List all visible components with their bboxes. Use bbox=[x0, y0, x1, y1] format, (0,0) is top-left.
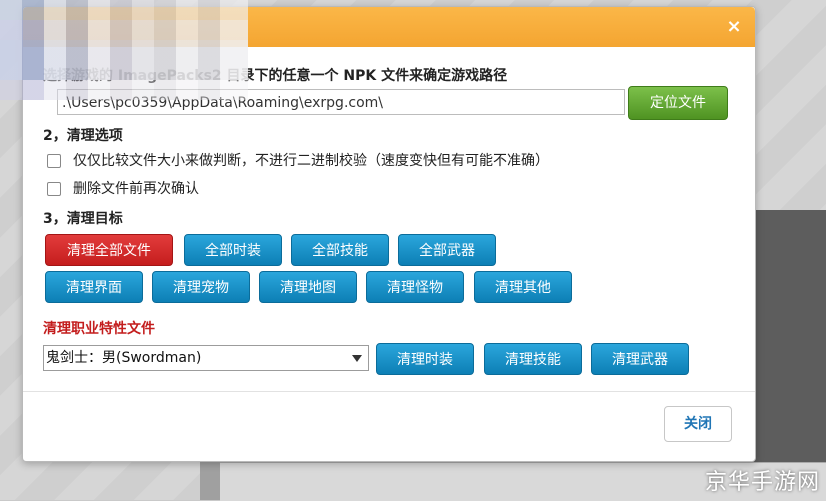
clean-ui-button[interactable]: 清理界面 bbox=[45, 271, 143, 303]
career-clean-skills-button[interactable]: 清理技能 bbox=[484, 343, 582, 375]
career-select-value: 鬼剑士：男(Swordman) bbox=[46, 350, 202, 366]
close-button[interactable]: 关闭 bbox=[664, 406, 732, 442]
pixelated-region bbox=[0, 40, 248, 80]
option-size-compare[interactable]: 仅仅比较文件大小来做判断，不进行二进制校验（速度变快但有可能不准确） bbox=[47, 150, 549, 170]
all-costumes-button[interactable]: 全部时装 bbox=[184, 234, 282, 266]
option-label: 删除文件前再次确认 bbox=[73, 181, 199, 197]
clean-pets-button[interactable]: 清理宠物 bbox=[152, 271, 250, 303]
clean-maps-button[interactable]: 清理地图 bbox=[259, 271, 357, 303]
career-clean-costumes-button[interactable]: 清理时装 bbox=[376, 343, 474, 375]
options-section-title: 2，清理选项 bbox=[43, 128, 123, 144]
career-section-title: 清理职业特性文件 bbox=[43, 321, 155, 337]
checkbox[interactable] bbox=[47, 182, 61, 196]
locate-file-button[interactable]: 定位文件 bbox=[628, 86, 728, 120]
background-column bbox=[200, 462, 220, 500]
background-panel bbox=[748, 210, 826, 500]
clean-all-files-button[interactable]: 清理全部文件 bbox=[45, 234, 173, 266]
targets-section-title: 3，清理目标 bbox=[43, 211, 123, 227]
chevron-down-icon[interactable] bbox=[352, 355, 362, 362]
all-weapons-button[interactable]: 全部武器 bbox=[398, 234, 496, 266]
close-icon[interactable]: × bbox=[723, 16, 745, 38]
all-skills-button[interactable]: 全部技能 bbox=[291, 234, 389, 266]
clean-others-button[interactable]: 清理其他 bbox=[474, 271, 572, 303]
clean-monsters-button[interactable]: 清理怪物 bbox=[366, 271, 464, 303]
option-confirm-delete[interactable]: 删除文件前再次确认 bbox=[47, 178, 199, 198]
checkbox[interactable] bbox=[47, 154, 61, 168]
watermark: 京华手游网 bbox=[704, 470, 820, 495]
footer-divider bbox=[23, 391, 755, 392]
career-clean-weapons-button[interactable]: 清理武器 bbox=[591, 343, 689, 375]
option-label: 仅仅比较文件大小来做判断，不进行二进制校验（速度变快但有可能不准确） bbox=[73, 153, 549, 169]
career-select[interactable]: 鬼剑士：男(Swordman) bbox=[43, 345, 369, 371]
